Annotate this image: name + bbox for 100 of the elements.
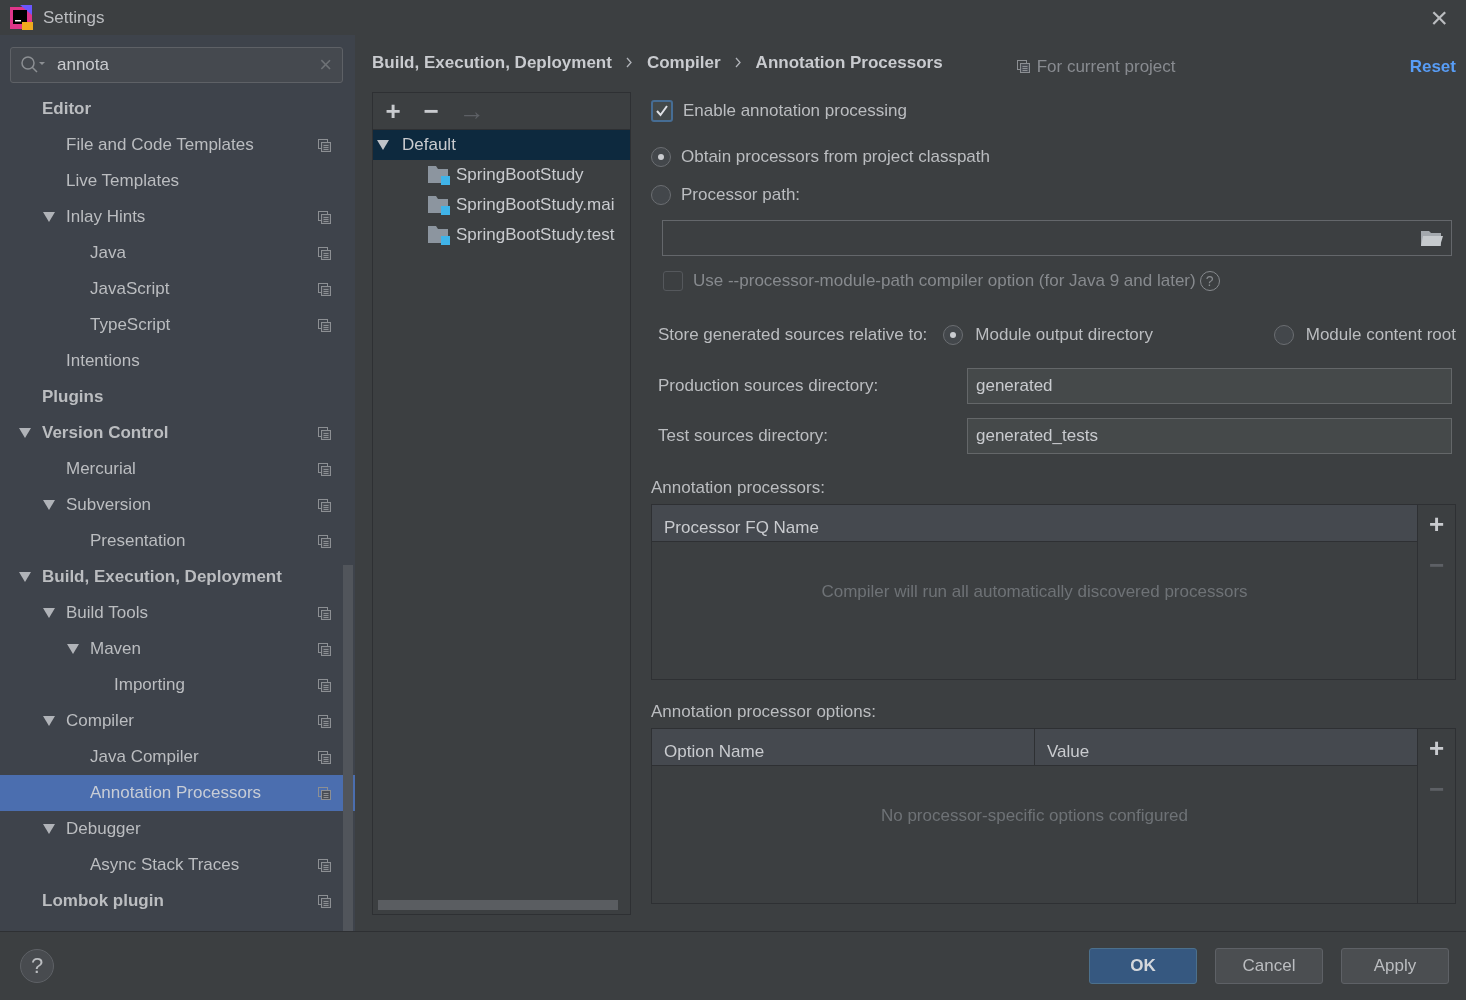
dialog-button[interactable]: Cancel xyxy=(1215,948,1323,984)
settings-tree-item[interactable]: Lombok plugin xyxy=(0,883,355,919)
section-title: Annotation processor options: xyxy=(651,702,877,722)
expanded-arrow-icon[interactable] xyxy=(18,571,32,583)
copy-icon xyxy=(318,534,331,548)
copy-icon xyxy=(318,498,331,512)
copy-icon xyxy=(318,678,331,692)
settings-tree-item[interactable]: Intentions xyxy=(0,343,355,379)
settings-tree-item[interactable]: Debugger xyxy=(0,811,355,847)
close-button[interactable]: × xyxy=(1430,2,1448,33)
expanded-arrow-icon[interactable] xyxy=(42,211,56,223)
breadcrumb-item: Build, Execution, Deployment xyxy=(372,52,612,73)
module-item[interactable]: SpringBootStudy.mai xyxy=(373,190,630,220)
field-label: Store generated sources relative to: xyxy=(658,325,928,345)
expanded-arrow-icon[interactable] xyxy=(66,643,80,655)
settings-tree-item[interactable]: Maven xyxy=(0,631,355,667)
settings-tree-item[interactable]: Java Compiler xyxy=(0,739,355,775)
settings-tree-item[interactable]: Version Control xyxy=(0,415,355,451)
settings-tree-item[interactable]: Editor xyxy=(0,91,355,127)
module-item[interactable]: SpringBootStudy xyxy=(373,160,630,190)
copy-icon xyxy=(318,138,331,152)
breadcrumb-item: Compiler xyxy=(646,52,721,73)
module-item[interactable]: SpringBootStudy.test xyxy=(373,220,630,250)
radio-button[interactable] xyxy=(1273,325,1294,345)
expanded-arrow-icon[interactable] xyxy=(42,607,56,619)
expanded-arrow-icon[interactable] xyxy=(376,139,390,151)
expanded-arrow-icon[interactable] xyxy=(42,499,56,511)
settings-tree-item[interactable]: JavaScript xyxy=(0,271,355,307)
scrollbar-thumb[interactable] xyxy=(343,565,353,931)
search-icon xyxy=(21,56,47,74)
search-field[interactable]: annota × xyxy=(10,47,343,83)
column-header[interactable]: Processor FQ Name xyxy=(652,505,1417,541)
field-label: Production sources directory: xyxy=(658,376,880,396)
settings-tree-item[interactable]: Build Tools xyxy=(0,595,355,631)
radio-label: Module output directory xyxy=(975,325,1153,345)
copy-icon xyxy=(318,894,331,908)
checkbox[interactable] xyxy=(651,100,673,122)
toolbar-button[interactable]: − xyxy=(421,95,441,127)
profile-item[interactable]: Default xyxy=(373,130,630,160)
copy-icon xyxy=(1016,60,1030,73)
checkmark-icon xyxy=(655,104,669,118)
window-title: Settings xyxy=(43,7,105,28)
settings-tree-item[interactable]: TypeScript xyxy=(0,307,355,343)
help-button[interactable]: ? xyxy=(20,949,54,983)
settings-tree-item[interactable]: Mercurial xyxy=(0,451,355,487)
dialog-button[interactable]: Apply xyxy=(1341,948,1449,984)
radio-label: Obtain processors from project classpath xyxy=(681,147,990,167)
settings-tree-item[interactable]: Presentation xyxy=(0,523,355,559)
settings-tree-item[interactable]: Compiler xyxy=(0,703,355,739)
chevron-icon xyxy=(734,57,742,68)
column-header[interactable]: Value xyxy=(1034,729,1417,765)
toolbar-button[interactable]: + xyxy=(383,95,403,127)
input-field[interactable]: generated xyxy=(967,368,1452,404)
checkbox-label: Use --processor-module-path compiler option (for Java 9 and later) xyxy=(693,271,1196,291)
copy-icon xyxy=(318,858,331,872)
add-button[interactable]: + xyxy=(1428,733,1445,764)
copy-icon xyxy=(318,714,331,728)
settings-tree-item[interactable]: Live Templates xyxy=(0,163,355,199)
settings-tree-item[interactable]: Build, Execution, Deployment xyxy=(0,559,355,595)
settings-tree-item[interactable]: Java xyxy=(0,235,355,271)
copy-icon xyxy=(318,750,331,764)
copy-icon xyxy=(318,642,331,656)
breadcrumb-item: Annotation Processors xyxy=(755,52,943,73)
settings-tree-item[interactable]: Importing xyxy=(0,667,355,703)
expanded-arrow-icon[interactable] xyxy=(42,715,56,727)
copy-icon xyxy=(318,210,331,224)
app-logo-icon xyxy=(8,4,34,31)
processor-path-field[interactable] xyxy=(662,220,1452,256)
reset-link[interactable]: Reset xyxy=(1409,56,1456,77)
expanded-arrow-icon[interactable] xyxy=(42,823,56,835)
copy-icon xyxy=(318,426,331,440)
settings-tree-item[interactable]: Inlay Hints xyxy=(0,199,355,235)
column-header[interactable]: Option Name xyxy=(652,729,1034,765)
scope-label: For current project xyxy=(1036,56,1176,77)
copy-icon xyxy=(318,786,331,800)
copy-icon xyxy=(318,246,331,260)
radio-button[interactable] xyxy=(651,147,671,167)
module-folder-icon xyxy=(428,195,452,215)
radio-label: Processor path: xyxy=(681,185,801,205)
radio-label: Module content root xyxy=(1305,325,1456,345)
settings-tree-item[interactable]: Plugins xyxy=(0,379,355,415)
settings-tree-item[interactable]: Subversion xyxy=(0,487,355,523)
module-folder-icon xyxy=(428,225,452,245)
copy-icon xyxy=(318,462,331,476)
copy-icon xyxy=(318,318,331,332)
settings-tree-item[interactable]: Annotation Processors xyxy=(0,775,355,811)
expanded-arrow-icon[interactable] xyxy=(18,427,32,439)
input-field[interactable]: generated_tests xyxy=(967,418,1452,454)
settings-tree-item[interactable]: File and Code Templates xyxy=(0,127,355,163)
module-folder-icon xyxy=(428,165,452,185)
field-label: Test sources directory: xyxy=(658,426,830,446)
scrollbar-thumb[interactable] xyxy=(378,900,618,910)
checkbox-label: Enable annotation processing xyxy=(683,101,907,121)
add-button[interactable]: + xyxy=(1428,509,1445,540)
settings-tree-item[interactable]: Async Stack Traces xyxy=(0,847,355,883)
radio-button[interactable] xyxy=(943,325,964,345)
radio-button[interactable] xyxy=(651,185,671,205)
dialog-button[interactable]: OK xyxy=(1089,948,1197,984)
copy-icon xyxy=(318,282,331,296)
folder-icon[interactable] xyxy=(1421,229,1443,247)
